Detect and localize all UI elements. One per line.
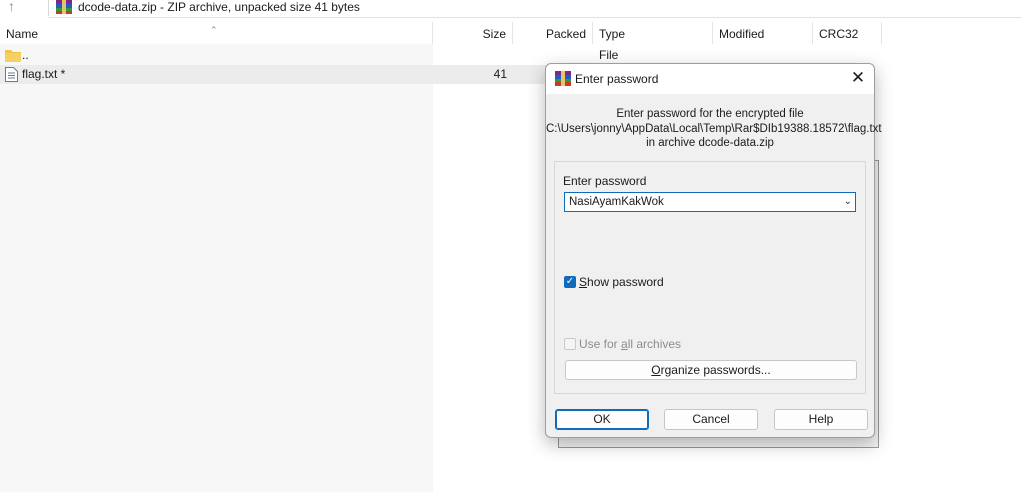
close-button[interactable]: ✕ bbox=[842, 64, 874, 94]
dialog-info: Enter password for the encrypted file C:… bbox=[546, 107, 882, 151]
password-label: Enter password bbox=[563, 174, 647, 188]
organize-passwords-button[interactable]: Organize passwords... bbox=[565, 360, 857, 380]
folder-icon bbox=[5, 50, 21, 62]
row-name: .. bbox=[22, 48, 29, 62]
ok-button[interactable]: OK bbox=[555, 409, 649, 430]
name-column-background bbox=[0, 44, 433, 492]
cancel-button[interactable]: Cancel bbox=[664, 409, 758, 430]
table-row[interactable]: .. File folder bbox=[0, 46, 629, 81]
text-file-icon bbox=[5, 67, 18, 82]
chevron-down-icon[interactable]: ⌄ bbox=[844, 193, 852, 211]
column-crc-header[interactable]: CRC32 bbox=[813, 22, 882, 44]
help-button[interactable]: Help bbox=[774, 409, 868, 430]
use-for-all-archives-checkbox[interactable] bbox=[564, 338, 576, 350]
address-bar: ↑ dcode-data.zip - ZIP archive, unpacked… bbox=[0, 0, 1022, 18]
address-separator bbox=[48, 0, 49, 16]
winrar-archive-icon bbox=[56, 0, 72, 14]
info-archive-name: in archive dcode-data.zip bbox=[646, 137, 774, 149]
dialog-title: Enter password bbox=[575, 72, 659, 86]
password-input[interactable] bbox=[569, 193, 833, 211]
info-line-1: Enter password for the encrypted file bbox=[616, 108, 804, 120]
address-text[interactable]: dcode-data.zip - ZIP archive, unpacked s… bbox=[78, 0, 360, 14]
column-type-header[interactable]: Type bbox=[593, 22, 713, 44]
column-name-header[interactable]: Name ⌃ bbox=[0, 22, 433, 44]
info-file-path: C:\Users\jonny\AppData\Local\Temp\Rar$DI… bbox=[546, 122, 882, 135]
close-icon: ✕ bbox=[850, 68, 866, 87]
column-header: Name ⌃ Size Packed Type Modified CRC32 bbox=[0, 22, 882, 44]
sort-ascending-icon: ⌃ bbox=[210, 25, 218, 35]
column-packed-header[interactable]: Packed bbox=[513, 22, 593, 44]
column-size-header[interactable]: Size bbox=[433, 22, 513, 44]
column-modified-header[interactable]: Modified bbox=[713, 22, 813, 44]
use-for-all-archives-label[interactable]: Use for all archives bbox=[579, 337, 681, 351]
row-size: 41 bbox=[493, 67, 507, 81]
table-row[interactable]: flag.txt * 41 bbox=[0, 65, 546, 84]
show-password-label[interactable]: Show password bbox=[579, 275, 664, 289]
winrar-icon bbox=[555, 71, 571, 86]
enter-password-dialog: Enter password ✕ Enter password for the … bbox=[545, 63, 882, 438]
column-name-label: Name bbox=[6, 27, 39, 41]
dialog-titlebar[interactable]: Enter password ✕ bbox=[546, 64, 874, 94]
show-password-checkbox[interactable]: ✓ bbox=[564, 276, 576, 288]
row-name: flag.txt * bbox=[22, 67, 66, 81]
up-arrow-icon[interactable]: ↑ bbox=[8, 0, 38, 16]
password-combobox[interactable]: ⌄ bbox=[564, 192, 856, 212]
